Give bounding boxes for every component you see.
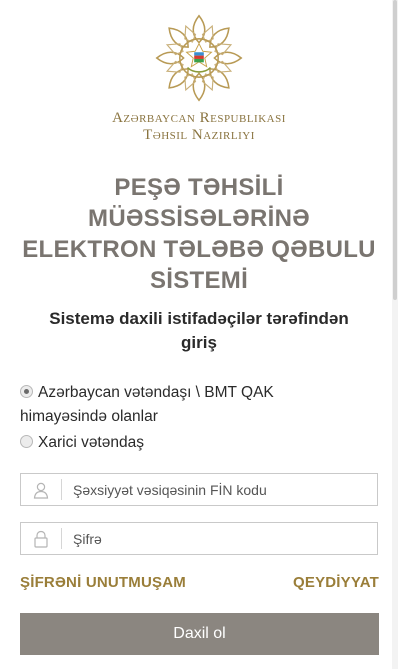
page-title: PEŞƏ TƏHSİLİ MÜƏSSİSƏLƏRİNƏ ELEKTRON TƏL… [10,172,388,296]
login-button[interactable]: Daxil ol [20,613,379,655]
field-divider [61,528,62,549]
page-title-line4: SİSTEMİ [149,267,249,294]
ministry-name-line1: Azərbaycan Respublikası [112,110,286,126]
login-subtitle: Sistemə daxili istifadəçilər tərəfindən … [20,307,378,355]
forgot-password-link[interactable]: ŞİFRƏNİ UNUTMUŞAM [20,574,186,591]
password-input[interactable] [73,523,368,554]
ministry-name-line2: Təhsil Nazirliyi [143,127,255,143]
password-field[interactable] [20,522,378,555]
radio-option-foreign-citizen[interactable]: Xarici vətəndaş [20,431,380,455]
ministry-logo [0,10,398,111]
lock-icon [34,530,48,548]
field-divider [61,479,62,500]
radio-option-azerbaijan-label-line1: Azərbaycan vətəndaşı \ BMT QAK [38,384,274,401]
page-title-line3: ELEKTRON TƏLƏBƏ QƏBULU [22,236,376,263]
login-subtitle-line2: giriş [181,333,217,352]
radio-option-azerbaijan-label-line2: himayəsində olanlar [20,408,158,425]
radio-button-unchecked[interactable] [20,435,33,448]
radio-option-azerbaijan-citizen[interactable]: Azərbaycan vətəndaşı \ BMT QAK himayəsin… [20,381,380,429]
ministry-emblem-icon [155,14,243,102]
register-link[interactable]: QEYDİYYAT [293,574,379,591]
radio-option-foreign-label: Xarici vətəndaş [38,434,144,451]
fin-code-field[interactable] [20,473,378,506]
page-title-line2: MÜƏSSİSƏLƏRİNƏ [88,205,310,232]
login-subtitle-line1: Sistemə daxili istifadəçilər tərəfindən [49,309,349,328]
fin-code-input[interactable] [73,474,368,505]
user-icon [33,482,49,499]
radio-button-checked[interactable] [20,385,33,398]
page-title-line1: PEŞƏ TƏHSİLİ [114,174,284,201]
ministry-name: Azərbaycan Respublikası Təhsil Nazirliyi [0,110,398,144]
